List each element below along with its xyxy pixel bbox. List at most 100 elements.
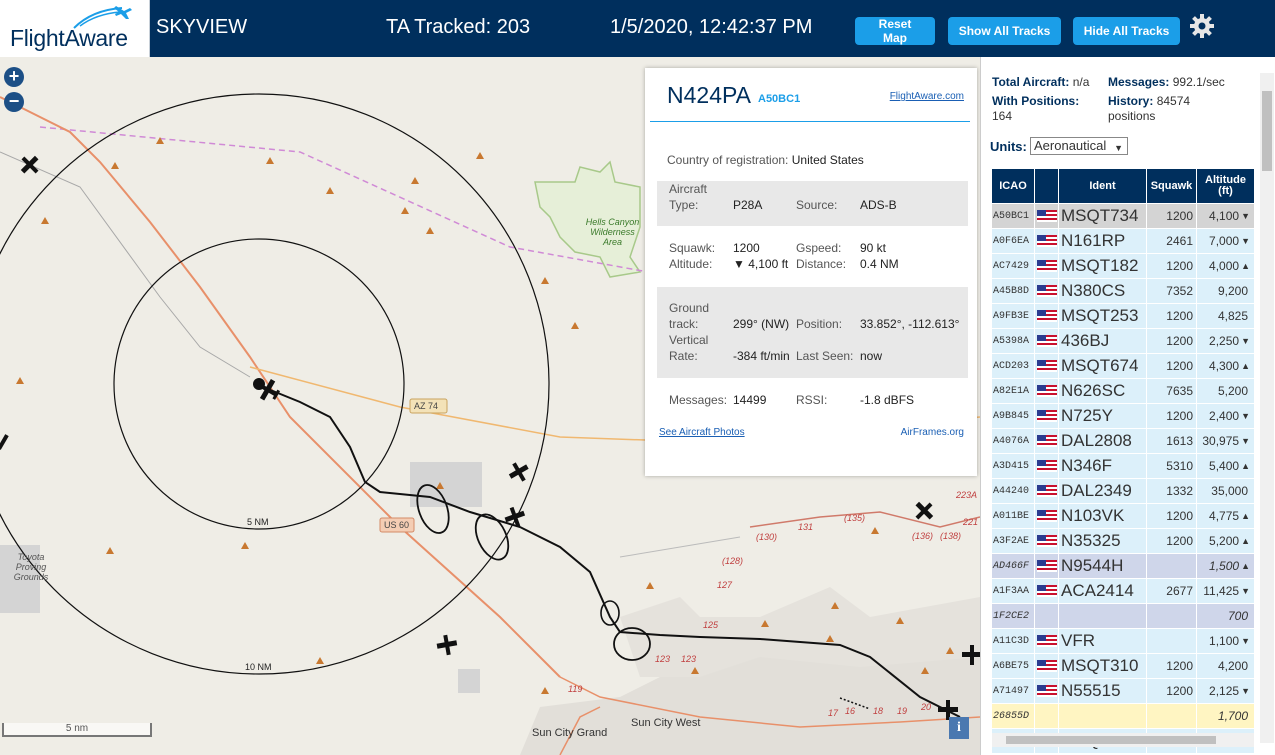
tracked-count: TA Tracked: 203 [386, 16, 531, 38]
messages-label: Messages: [669, 393, 728, 407]
row-squawk: 7635 [1147, 379, 1196, 403]
us-flag-icon [1036, 460, 1057, 472]
us-flag-icon [1036, 585, 1057, 597]
table-row[interactable]: 1F2CE2 700 [992, 604, 1254, 628]
row-ident: MSQT182 [1059, 254, 1146, 278]
row-flag [1035, 329, 1058, 353]
table-row[interactable]: A1F3AA ACA2414 2677 11,425 ▼ [992, 579, 1254, 603]
rssi-value: -1.8 dBFS [860, 393, 915, 407]
col-ident[interactable]: Ident [1059, 169, 1146, 203]
row-altitude: 11,425 ▼ [1197, 579, 1254, 603]
row-icao: A44240 [992, 479, 1034, 503]
route-19: 19 [897, 706, 908, 716]
row-squawk: 2677 [1147, 579, 1196, 603]
gear-icon[interactable] [1189, 13, 1215, 39]
table-row[interactable]: A5398A 436BJ 1200 2,250 ▼ [992, 329, 1254, 353]
route-18: 18 [873, 706, 884, 716]
route-17: 17 [828, 708, 839, 718]
hide-all-tracks-button[interactable]: Hide All Tracks [1073, 17, 1180, 45]
route-125: 125 [703, 620, 719, 630]
table-row[interactable]: A44240 DAL2349 1332 35,000 [992, 479, 1254, 503]
route-221: 221 [963, 517, 979, 527]
row-icao: A50BC1 [992, 204, 1034, 228]
vertical-scrollbar-thumb[interactable] [1262, 91, 1272, 171]
row-altitude-value: 1,500 [1209, 559, 1240, 573]
row-squawk: 1200 [1147, 204, 1196, 228]
us-flag-icon [1036, 385, 1057, 397]
aircraft-photos-link[interactable]: See Aircraft Photos [659, 427, 745, 438]
table-row[interactable]: AD466F N9544H 1,500 ▲ [992, 554, 1254, 578]
messages-stat-label: Messages: [1108, 75, 1170, 89]
flightaware-link[interactable]: FlightAware.com [890, 91, 964, 102]
col-icao[interactable]: ICAO [992, 169, 1034, 203]
table-row[interactable]: 26855D 1,700 [992, 704, 1254, 728]
zoom-out-button[interactable]: − [4, 92, 24, 112]
vertical-scrollbar[interactable] [1260, 73, 1274, 743]
table-row[interactable]: A82E1A N626SC 7635 5,200 [992, 379, 1254, 403]
table-row[interactable]: A50BC1 MSQT734 1200 4,100 ▼ [992, 204, 1254, 228]
reset-map-button[interactable]: Reset Map [855, 17, 935, 45]
row-flag [1035, 529, 1058, 553]
route-128: (128) [722, 556, 744, 566]
row-squawk: 1200 [1147, 654, 1196, 678]
altitude-trend-icon: ▼ [1241, 686, 1250, 696]
flightaware-logo[interactable]: FlightAware [0, 0, 150, 57]
row-ident: N346F [1059, 454, 1146, 478]
table-row[interactable]: A4076A DAL2808 1613 30,975 ▼ [992, 429, 1254, 453]
row-icao: AD466F [992, 554, 1034, 578]
vrate-label-2: Rate: [669, 349, 698, 363]
table-row[interactable]: A3D415 N346F 5310 5,400 ▲ [992, 454, 1254, 478]
show-all-tracks-button[interactable]: Show All Tracks [948, 17, 1061, 45]
history-unit: positions [1108, 109, 1156, 123]
row-squawk [1147, 604, 1196, 628]
row-squawk: 1200 [1147, 404, 1196, 428]
horizontal-scrollbar-thumb[interactable] [1006, 736, 1216, 744]
place-label-suncity-grand: Sun City Grand [532, 727, 608, 739]
route-123: 123 [655, 654, 671, 664]
table-row[interactable]: A3F2AE N35325 1200 5,200 ▲ [992, 529, 1254, 553]
row-altitude-value: 4,825 [1217, 309, 1248, 323]
row-altitude: 5,200 [1197, 379, 1254, 403]
history-stat: History: 84574 [1108, 94, 1190, 108]
row-altitude-value: 30,975 [1202, 434, 1240, 448]
col-flag[interactable] [1035, 169, 1058, 203]
row-flag [1035, 229, 1058, 253]
table-row[interactable]: A9B845 N725Y 1200 2,400 ▼ [992, 404, 1254, 428]
us-flag-icon [1036, 210, 1057, 222]
table-row[interactable]: A71497 N55515 1200 2,125 ▼ [992, 679, 1254, 703]
row-icao: A1F3AA [992, 579, 1034, 603]
route-130: (130) [756, 532, 778, 542]
altitude-trend-icon: ▲ [1241, 561, 1250, 571]
altitude-trend-icon: ▼ [1241, 236, 1250, 246]
table-row[interactable]: A9FB3E MSQT253 1200 4,825 [992, 304, 1254, 328]
info-button[interactable]: i [949, 717, 969, 739]
route-20: 20 [921, 702, 932, 712]
row-flag [1035, 454, 1058, 478]
table-row[interactable]: A6BE75 MSQT310 1200 4,200 [992, 654, 1254, 678]
zoom-in-button[interactable]: + [4, 67, 24, 87]
col-squawk[interactable]: Squawk [1147, 169, 1196, 203]
source-value: ADS-B [860, 198, 897, 212]
table-row[interactable]: A0F6EA N161RP 2461 7,000 ▼ [992, 229, 1254, 253]
table-row[interactable]: A11C3D VFR 1,100 ▼ [992, 629, 1254, 653]
country-label: Country of registration: [667, 153, 789, 167]
altitude-trend-icon: ▼ [1241, 636, 1250, 646]
col-altitude[interactable]: Altitude (ft) [1197, 169, 1254, 203]
vrate-label-1: Vertical [669, 333, 709, 347]
route-119: 119 [568, 684, 583, 694]
units-select[interactable]: Aeronautical [1030, 137, 1128, 156]
header-bar: FlightAware SKYVIEW TA Tracked: 203 1/5/… [0, 0, 1275, 57]
table-row[interactable]: ACD203 MSQT674 1200 4,300 ▲ [992, 354, 1254, 378]
airframes-link[interactable]: AirFrames.org [901, 427, 964, 438]
table-row[interactable]: A011BE N103VK 1200 4,775 ▲ [992, 504, 1254, 528]
table-row[interactable]: AC7429 MSQT182 1200 4,000 ▲ [992, 254, 1254, 278]
row-squawk: 5310 [1147, 454, 1196, 478]
row-altitude-value: 5,200 [1217, 384, 1248, 398]
aircraft-list-panel: Total Aircraft: n/a Messages: 992.1/sec … [980, 57, 1275, 755]
us-flag-icon [1036, 410, 1057, 422]
table-row[interactable]: A45B8D N380CS 7352 9,200 [992, 279, 1254, 303]
gspeed-label: Gspeed: [796, 241, 842, 255]
row-flag [1035, 254, 1058, 278]
row-squawk: 1200 [1147, 504, 1196, 528]
horizontal-scrollbar[interactable] [992, 733, 1254, 747]
